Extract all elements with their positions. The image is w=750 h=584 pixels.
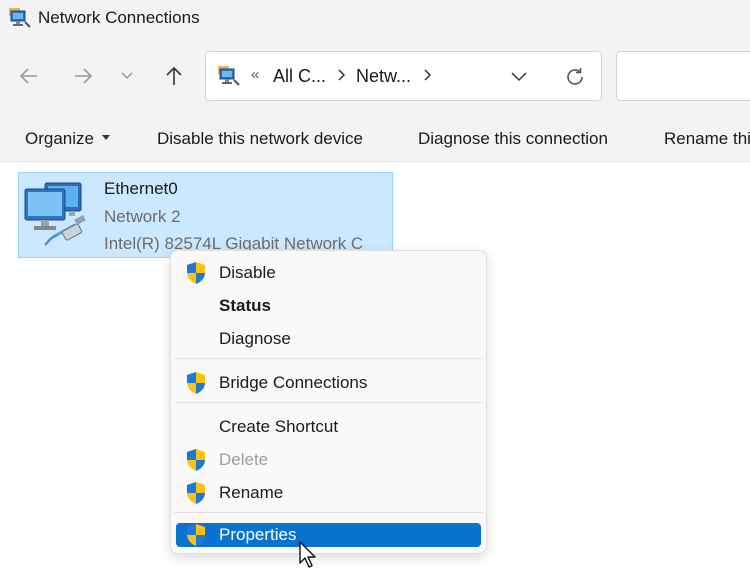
breadcrumb-network[interactable]: Netw...: [356, 66, 411, 87]
menu-item-label: Create Shortcut: [219, 417, 339, 436]
context-menu: Disable Status Diagnose Bridge Connectio…: [170, 250, 487, 554]
breadcrumb-separator-icon[interactable]: [336, 68, 346, 87]
network-adapter-icon: [23, 179, 99, 257]
network-connections-icon: [9, 8, 31, 33]
menu-item-label: Status: [219, 296, 271, 315]
breadcrumb-separator-icon[interactable]: [422, 68, 432, 87]
menu-item-label: Diagnose: [219, 329, 291, 348]
adapter-name: Ethernet0: [104, 179, 178, 198]
diagnose-connection-button[interactable]: Diagnose this connection: [418, 129, 608, 149]
address-bar[interactable]: « All C... Netw...: [205, 51, 602, 101]
uac-shield-icon: [185, 523, 207, 552]
menu-item-delete: Delete: [176, 446, 481, 474]
breadcrumb-all-control-panel[interactable]: All C...: [273, 66, 326, 87]
caret-down-icon: [101, 135, 110, 141]
address-overflow[interactable]: «: [251, 66, 259, 83]
uac-shield-icon: [185, 481, 207, 510]
menu-item-bridge-connections[interactable]: Bridge Connections: [176, 369, 481, 397]
adapter-network: Network 2: [104, 207, 181, 226]
uac-shield-icon: [185, 261, 207, 290]
rename-connection-button[interactable]: Rename thi: [664, 129, 750, 149]
menu-item-label: Bridge Connections: [219, 373, 368, 392]
title-bar: Network Connections: [0, 0, 750, 38]
menu-item-disable[interactable]: Disable: [176, 259, 481, 287]
address-dropdown-icon[interactable]: [510, 69, 528, 88]
menu-item-label: Delete: [219, 450, 269, 469]
recent-locations-chevron-icon[interactable]: [113, 62, 141, 90]
search-input[interactable]: [616, 51, 750, 101]
menu-item-properties[interactable]: Properties: [176, 523, 481, 547]
navigation-bar: « All C... Netw...: [0, 38, 750, 114]
menu-separator: [174, 512, 483, 513]
uac-shield-icon: [185, 448, 207, 477]
mouse-cursor-icon: [298, 540, 320, 575]
up-arrow-icon[interactable]: [160, 62, 188, 90]
network-connections-icon: [218, 66, 240, 91]
refresh-icon[interactable]: [564, 66, 586, 93]
organize-label: Organize: [25, 129, 94, 148]
uac-shield-icon: [185, 371, 207, 400]
menu-item-rename[interactable]: Rename: [176, 479, 481, 507]
menu-item-label: Disable: [219, 263, 276, 282]
menu-item-diagnose[interactable]: Diagnose: [176, 325, 481, 353]
forward-arrow-icon[interactable]: [69, 62, 97, 90]
organize-button[interactable]: Organize: [25, 129, 110, 149]
menu-item-label: Properties: [219, 525, 297, 544]
menu-item-create-shortcut[interactable]: Create Shortcut: [176, 413, 481, 441]
disable-device-button[interactable]: Disable this network device: [157, 129, 363, 149]
menu-item-status[interactable]: Status: [176, 292, 481, 320]
menu-separator: [174, 402, 483, 403]
menu-item-label: Rename: [219, 483, 284, 502]
menu-separator: [174, 358, 483, 359]
window-title: Network Connections: [38, 8, 200, 27]
back-arrow-icon[interactable]: [15, 62, 43, 90]
adapter-tile-ethernet0[interactable]: Ethernet0 Network 2 Intel(R) 82574L Giga…: [18, 172, 393, 258]
command-bar: Organize Disable this network device Dia…: [0, 114, 750, 162]
